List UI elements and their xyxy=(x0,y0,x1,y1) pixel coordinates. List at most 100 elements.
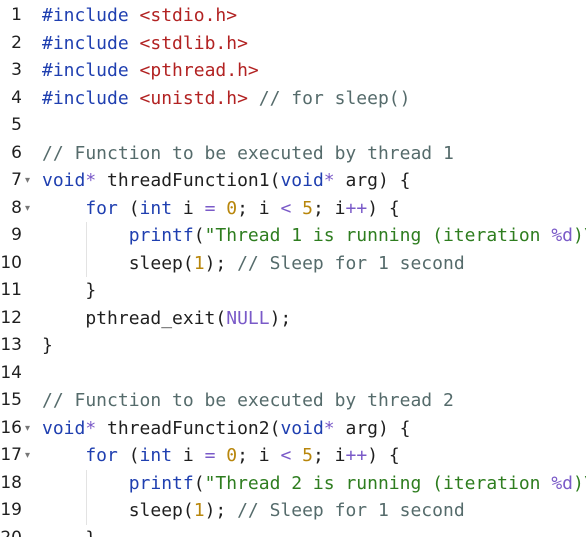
code-token: // for sleep() xyxy=(258,87,411,109)
code-token: * xyxy=(85,170,97,191)
code-text: printf("Thread 2 is running (iteration %… xyxy=(129,470,586,498)
code-token: // Sleep for 1 second xyxy=(237,500,465,521)
code-token: 0 xyxy=(226,445,238,466)
chevron-down-icon[interactable]: ▾ xyxy=(25,442,35,470)
line-number: 18 xyxy=(0,472,22,493)
code-token: 1 xyxy=(193,500,205,521)
code-token: NULL xyxy=(226,307,270,329)
code-text: sleep(1); // Sleep for 1 second xyxy=(129,497,465,525)
line-number: 8 xyxy=(11,197,22,218)
code-line[interactable]: 2 #include <stdlib.h> xyxy=(0,30,586,58)
code-token: arg) { xyxy=(334,170,411,191)
line-number: 16 xyxy=(0,417,22,438)
code-token: pthread_exit( xyxy=(85,307,227,329)
code-token: * xyxy=(85,417,97,439)
code-token: ; i xyxy=(313,197,346,219)
code-token: <pthread.h> xyxy=(139,60,259,81)
code-line[interactable]: 16 ▾ void* threadFunction2(void* arg) { xyxy=(0,415,586,443)
line-number: 6 xyxy=(11,142,22,163)
code-line[interactable]: 4 #include <unistd.h> // for sleep() xyxy=(0,85,586,113)
code-line[interactable]: 20} xyxy=(0,525,586,537)
code-token: ; i xyxy=(237,197,281,219)
code-token: < xyxy=(280,197,292,219)
code-line[interactable]: 3 #include <pthread.h> xyxy=(0,57,586,85)
code-line[interactable]: 13} xyxy=(0,332,586,360)
code-text: #include <pthread.h> xyxy=(42,57,259,85)
code-line[interactable]: 17 ▾ for (int i = 0; i < 5; i++) { xyxy=(0,442,586,470)
code-token: } xyxy=(85,528,96,537)
code-line[interactable]: 14 xyxy=(0,360,586,388)
line-number: 5 xyxy=(11,115,22,135)
line-number: 12 xyxy=(0,307,22,328)
code-line[interactable]: 7 ▾ void* threadFunction1(void* arg) { xyxy=(0,167,586,195)
code-token: 5 xyxy=(302,197,313,219)
code-token: for xyxy=(85,445,118,466)
code-editor[interactable]: 1 #include <stdio.h> 2 #include <stdlib.h> 3… xyxy=(0,0,586,537)
line-number: 7 xyxy=(11,170,22,190)
code-line[interactable]: 18 printf("Thread 2 is running (iteration… xyxy=(0,469,586,498)
code-token: void xyxy=(42,170,86,191)
code-text: } xyxy=(85,277,96,305)
code-token: arg) { xyxy=(334,417,411,439)
code-text: pthread_exit(NULL); xyxy=(85,305,291,333)
line-number: 13 xyxy=(0,335,22,355)
code-token: ); xyxy=(204,500,238,521)
code-line[interactable]: 8 ▾ for (int i = 0; i < 5; i++) { xyxy=(0,195,586,223)
code-line[interactable]: 6 // Function to be executed by thread 1 xyxy=(0,140,586,168)
code-token: ( xyxy=(117,197,140,219)
code-token: i xyxy=(172,445,205,466)
code-token: void xyxy=(280,417,324,439)
code-text: } xyxy=(85,525,96,537)
code-token: 5 xyxy=(302,445,313,466)
code-line[interactable]: 10 sleep(1); // Sleep for 1 second xyxy=(0,249,586,277)
code-text: printf("Thread 1 is running (iteration %… xyxy=(129,222,586,250)
code-token: printf xyxy=(128,225,194,246)
line-number: 9 xyxy=(11,225,22,245)
code-token: threadFunction2( xyxy=(96,417,281,439)
chevron-down-icon[interactable]: ▾ xyxy=(25,415,35,443)
code-token: ; i xyxy=(313,445,346,466)
line-number: 17 xyxy=(0,445,22,465)
code-line[interactable]: 12 pthread_exit(NULL); xyxy=(0,305,586,333)
indent-guide xyxy=(86,249,88,277)
code-token: ++ xyxy=(345,445,368,466)
code-line[interactable]: 9 printf("Thread 1 is running (iteration … xyxy=(0,222,586,250)
code-token: #include xyxy=(42,32,140,54)
code-line[interactable]: 11} xyxy=(0,277,586,305)
code-line[interactable]: 15 // Function to be executed by thread 2 xyxy=(0,387,586,415)
line-number: 3 xyxy=(11,60,22,80)
line-number: 14 xyxy=(0,362,22,383)
code-token: ) { xyxy=(367,197,400,219)
line-number: 10 xyxy=(0,252,22,273)
code-token: #include xyxy=(42,60,140,81)
code-text: // Function to be executed by thread 1 xyxy=(42,140,454,168)
code-token: #include xyxy=(42,87,140,109)
chevron-down-icon[interactable]: ▾ xyxy=(25,167,35,195)
code-token: printf xyxy=(128,472,194,494)
code-token: ( xyxy=(117,445,140,466)
code-token: ++ xyxy=(345,197,368,219)
code-text: } xyxy=(42,332,53,360)
code-token: "Thread 1 is running (iteration xyxy=(204,225,552,246)
code-line[interactable]: 19 sleep(1); // Sleep for 1 second xyxy=(0,497,586,525)
code-token: #include xyxy=(42,5,140,26)
indent-guide xyxy=(86,497,88,525)
code-text: for (int i = 0; i < 5; i++) { xyxy=(85,195,399,223)
code-token: void xyxy=(280,170,324,191)
code-line[interactable]: 1 #include <stdio.h> xyxy=(0,2,586,30)
code-text: void* threadFunction2(void* arg) { xyxy=(42,415,411,443)
chevron-down-icon[interactable]: ▾ xyxy=(25,195,35,223)
code-token: < xyxy=(280,445,292,466)
code-line[interactable]: 5 xyxy=(0,112,586,140)
code-token: sleep( xyxy=(128,252,194,274)
line-number: 15 xyxy=(0,390,22,410)
code-token: = xyxy=(204,445,216,466)
code-text: void* threadFunction1(void* arg) { xyxy=(42,167,411,195)
code-token: for xyxy=(85,197,118,219)
code-token: )\n xyxy=(573,225,586,246)
code-token: %d xyxy=(551,225,574,246)
